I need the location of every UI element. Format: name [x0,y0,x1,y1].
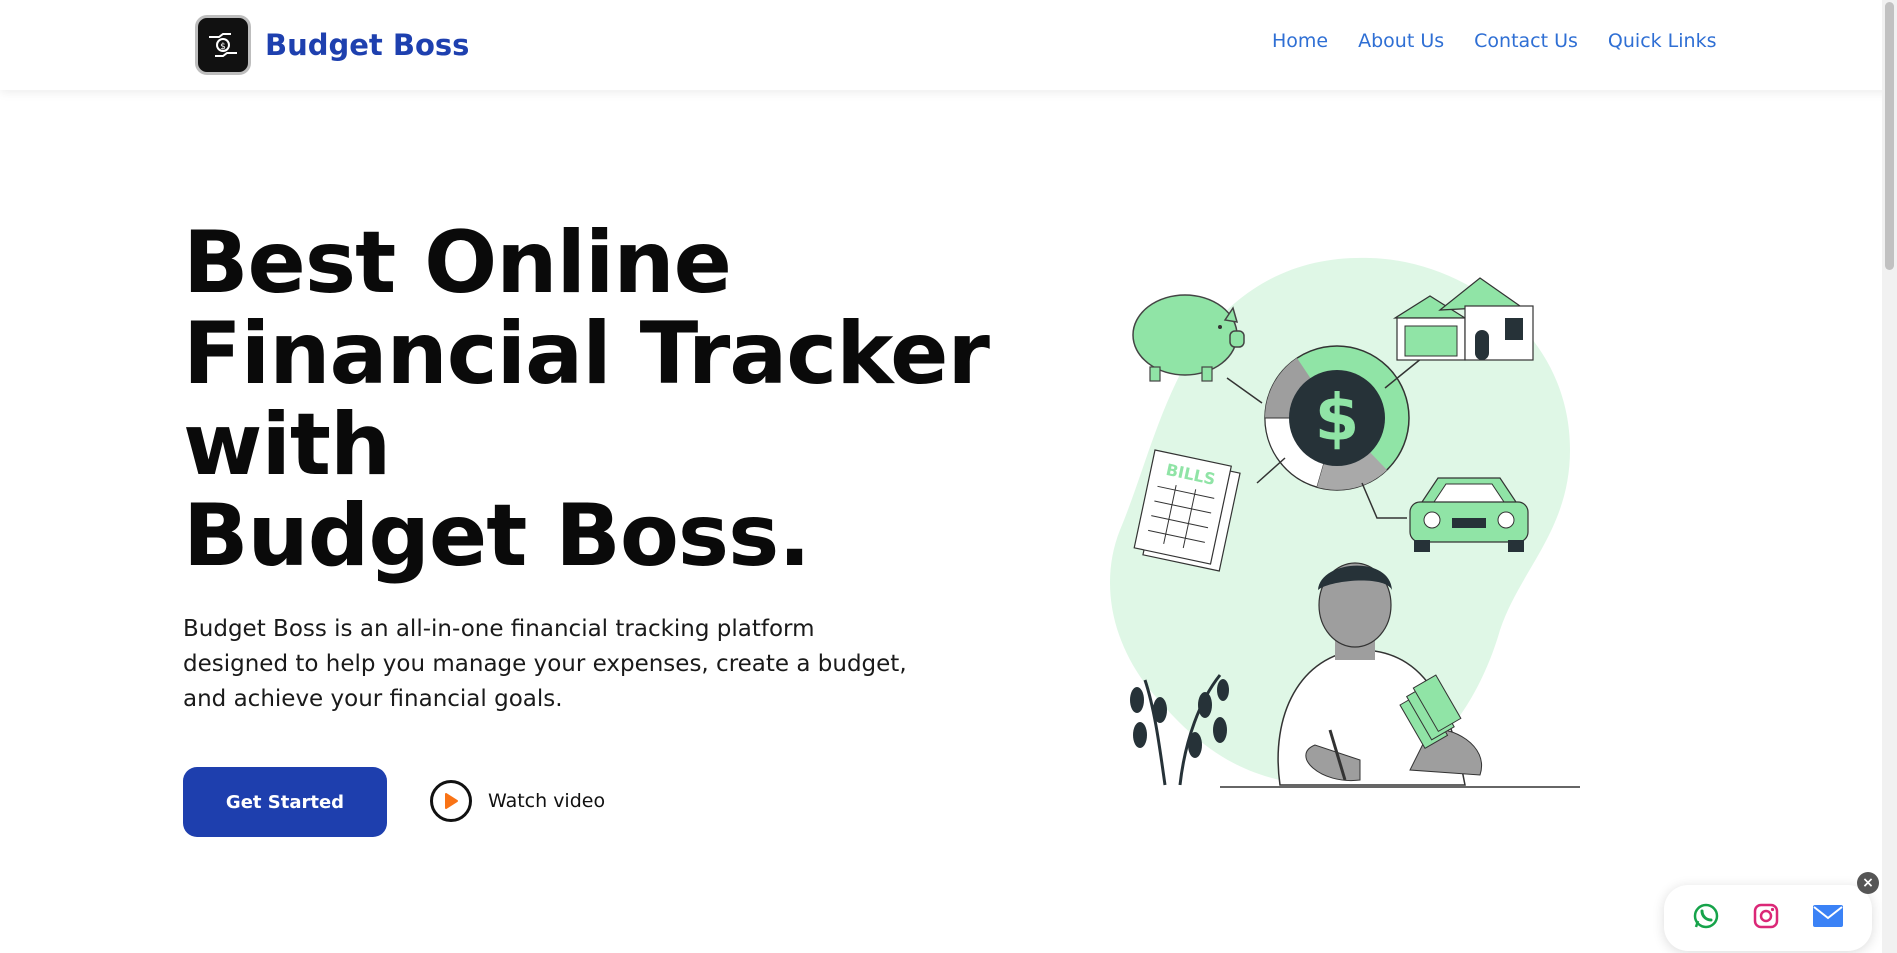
hero-title: Best Online Financial Tracker with Budge… [183,213,990,586]
dollar-sign: $ [1315,382,1360,456]
watch-video-button[interactable]: Watch video [430,780,605,822]
nav-home[interactable]: Home [1272,30,1328,52]
play-icon [430,780,472,822]
social-links-box [1664,885,1872,951]
hero-title-line: Best Online [183,213,732,313]
svg-text:$: $ [220,42,226,52]
close-social-button[interactable]: × [1857,872,1879,894]
nav-quick-links[interactable]: Quick Links [1608,30,1717,52]
page-scrollbar[interactable] [1882,0,1897,953]
hero-description: Budget Boss is an all-in-one financial t… [183,616,907,712]
hero-title-highlight: Budget Boss. [183,486,812,586]
hero-title-line: Financial Tracker [183,304,990,404]
nav-about-us[interactable]: About Us [1358,30,1444,52]
brand-name: Budget Boss [265,28,470,62]
main-nav: Home About Us Contact Us Quick Links [1272,30,1717,52]
whatsapp-icon[interactable] [1692,902,1720,934]
brand[interactable]: $ Budget Boss [195,15,469,75]
finance-illustration: $ BILLS [1100,250,1620,790]
site-header: $ Budget Boss Home About Us Contact Us Q… [0,0,1897,90]
instagram-icon[interactable] [1752,902,1780,934]
nav-contact-us[interactable]: Contact Us [1474,30,1578,52]
watch-video-label: Watch video [488,790,606,812]
scrollbar-thumb[interactable] [1885,2,1894,270]
email-icon[interactable] [1812,903,1844,933]
hand-money-logo-icon: $ [195,15,251,75]
hero-title-line: with [183,395,391,495]
get-started-button[interactable]: Get Started [183,767,387,837]
